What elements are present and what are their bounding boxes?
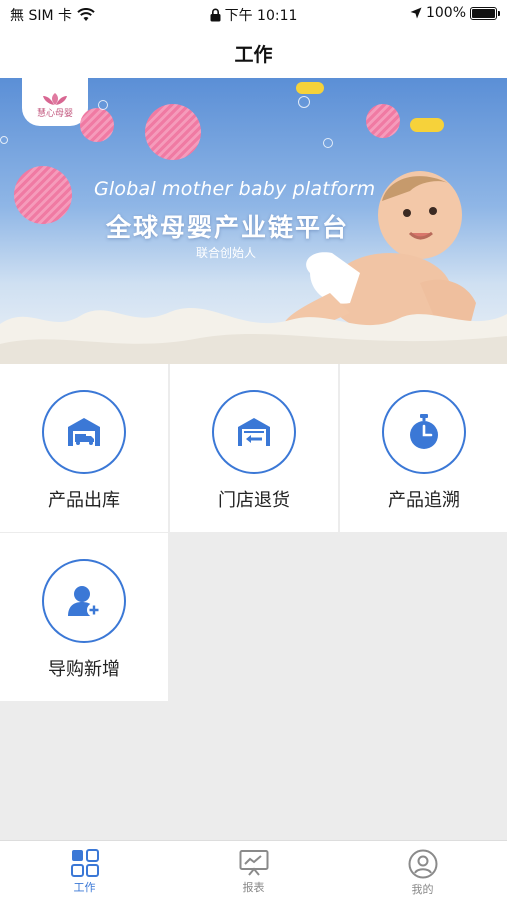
milk-splash-decoration <box>0 307 507 364</box>
lock-icon <box>210 8 221 22</box>
location-arrow-icon <box>410 7 422 19</box>
brand-logo: 慧心母婴 <box>22 78 88 126</box>
tab-mine[interactable]: 我的 <box>338 841 507 900</box>
battery-percent: 100% <box>425 5 466 21</box>
status-bar: 無 SIM 卡 下午 10:11 100% <box>0 0 507 28</box>
balloon-decoration <box>14 166 72 224</box>
balloon-decoration <box>80 108 114 142</box>
grid-icon <box>70 849 99 877</box>
brand-logo-text: 慧心母婴 <box>36 109 73 119</box>
balloon-decoration <box>366 104 400 138</box>
battery-icon <box>470 6 500 20</box>
bubble-decoration <box>98 100 108 110</box>
menu-item-label: 产品出库 <box>48 490 120 511</box>
menu-icon-circle <box>212 390 296 474</box>
nav-bar: 工作 <box>0 28 507 78</box>
chart-monitor-icon <box>239 850 268 876</box>
bubble-decoration <box>0 136 8 144</box>
menu-item-store-return[interactable]: 门店退货 <box>170 364 338 532</box>
tab-label: 报表 <box>242 881 265 894</box>
tab-label: 我的 <box>411 883 434 896</box>
add-user-icon <box>68 586 101 617</box>
menu-item-add-guide[interactable]: 导购新增 <box>0 533 168 701</box>
warehouse-truck-icon <box>68 418 100 446</box>
menu-icon-circle <box>382 390 466 474</box>
lotus-icon <box>43 93 67 105</box>
tab-work[interactable]: 工作 <box>0 841 169 900</box>
menu-icon-circle <box>42 559 126 643</box>
menu-item-label: 导购新增 <box>48 659 120 680</box>
store-return-icon <box>238 418 270 446</box>
tab-bar: 工作 报表 我的 <box>0 840 507 900</box>
menu-item-product-outbound[interactable]: 产品出库 <box>0 364 168 532</box>
cloud-decoration <box>410 118 444 132</box>
status-right: 100% <box>410 5 500 21</box>
page-title: 工作 <box>234 43 273 66</box>
user-circle-icon <box>408 849 437 879</box>
cloud-decoration <box>296 82 324 94</box>
stopwatch-icon <box>410 414 438 449</box>
menu-item-label: 产品追溯 <box>388 490 460 511</box>
bubble-decoration <box>323 138 333 148</box>
clock-time: 下午 10:11 <box>224 8 298 24</box>
banner-subtitle: 联合创始人 <box>196 246 257 260</box>
bubble-decoration <box>298 96 310 108</box>
menu-icon-circle <box>42 390 126 474</box>
balloon-decoration <box>145 104 201 160</box>
tab-label: 工作 <box>73 881 96 894</box>
tab-report[interactable]: 报表 <box>169 841 338 900</box>
menu-item-product-trace[interactable]: 产品追溯 <box>340 364 507 532</box>
menu-item-label: 门店退货 <box>218 490 290 511</box>
promo-banner[interactable]: 慧心母婴 Global mother baby platform 全球母婴产业链… <box>0 78 507 364</box>
